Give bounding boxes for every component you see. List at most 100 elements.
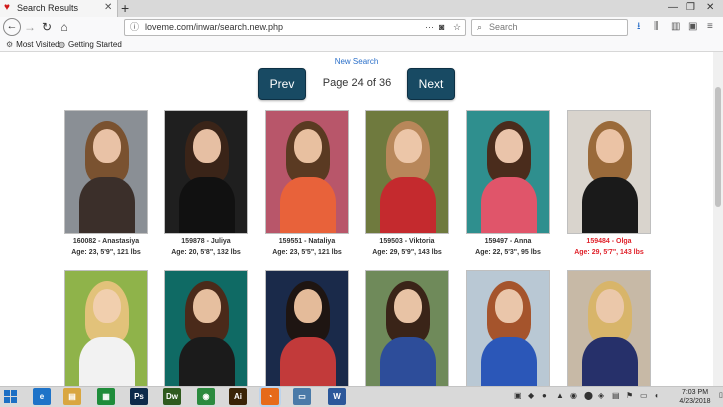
profile-photo[interactable] [265, 270, 349, 386]
forward-button-icon[interactable]: → [23, 19, 37, 35]
photo-body [582, 337, 638, 386]
url-bar[interactable]: ⓘ loveme.com/inwar/search.new.php ··· ◙ … [124, 19, 466, 36]
taskbar-clock[interactable]: 7:03 PM 4/23/2018 [672, 388, 718, 406]
taskbar-app-icon[interactable]: ▦ [97, 388, 115, 405]
photo-face [495, 129, 523, 163]
flag-icon[interactable]: ⚑ [626, 390, 633, 402]
vertical-scrollbar[interactable] [713, 52, 723, 386]
taskbar-app-icon[interactable]: ◉ [197, 388, 215, 405]
photo-body [179, 177, 235, 233]
tray-icon[interactable]: ▲ [556, 390, 564, 402]
profile-name[interactable]: 159497 - Anna [458, 238, 558, 245]
taskbar-app-icon[interactable]: e [33, 388, 51, 405]
profile-photo[interactable] [466, 110, 550, 234]
profile-info: Age: 29, 5'7", 143 lbs [574, 249, 644, 256]
sidebar-icon[interactable]: ▥ [671, 20, 680, 34]
search-icon: ⌕ [477, 22, 483, 32]
profile-photo[interactable] [64, 270, 148, 386]
profile-photo[interactable] [567, 110, 651, 234]
profile-name[interactable]: 159503 - Viktoria [357, 238, 457, 245]
volume-icon[interactable]: ◖ [654, 390, 659, 402]
tray-icon[interactable]: ● [542, 390, 547, 402]
library-icon[interactable]: ⫼ [654, 20, 659, 34]
profile-photo[interactable] [265, 110, 349, 234]
profile-info: Age: 29, 5'9", 143 lbs [372, 249, 442, 256]
home-icon[interactable]: ⌂ [57, 19, 71, 35]
reload-icon[interactable]: ↻ [40, 19, 54, 35]
photo-body [79, 177, 135, 233]
windows-taskbar: e ▤ ▦ Ps Dw ◉ Ai ◔ ▭ W ▣ ◆ ● ▲ ◉ ⬤ ◈ ▤ ⚑ ▭ ◖ 7:03… [0, 386, 723, 407]
profile-info: Age: 22, 5'3", 95 lbs [475, 249, 541, 256]
clock-time: 7:03 PM [681, 389, 709, 396]
reader-icon[interactable]: ▣ [688, 20, 697, 34]
scrollbar-thumb[interactable] [715, 87, 721, 207]
taskbar-app-icon[interactable]: ◔ [261, 388, 279, 405]
next-button[interactable]: Next [407, 68, 455, 100]
bookmark-getting-started[interactable]: ◍ Getting Started [58, 38, 122, 51]
tray-icon[interactable]: ⬤ [584, 390, 593, 402]
close-window-icon[interactable]: ✕ [706, 1, 714, 15]
search-bar[interactable]: ⌕ Search [471, 19, 628, 36]
photo-face [93, 129, 121, 163]
restore-icon[interactable]: ❐ [686, 1, 695, 15]
tray-icon[interactable]: ▣ [514, 390, 522, 402]
globe-icon: ◍ [58, 40, 65, 49]
profile-info: Age: 23, 5'5", 121 lbs [272, 249, 342, 256]
profile-name[interactable]: 159484 - Olga [559, 238, 659, 245]
profile-info: Age: 23, 5'9", 121 lbs [71, 249, 141, 256]
photo-face [193, 289, 221, 323]
menu-icon[interactable]: ≡ [707, 20, 713, 34]
site-info-icon[interactable]: ⓘ [130, 21, 139, 34]
taskbar-app-icon[interactable]: W [328, 388, 346, 405]
tab-close-icon[interactable]: ✕ [104, 2, 112, 14]
profile-photo[interactable] [365, 110, 449, 234]
taskbar-app-icon[interactable]: Ai [229, 388, 247, 405]
tab-title: Search Results [17, 3, 79, 13]
action-center-icon[interactable]: ▯ [719, 390, 723, 402]
network-icon[interactable]: ▤ [612, 390, 620, 402]
photo-body [280, 177, 336, 233]
profile-info: Age: 20, 5'8", 132 lbs [171, 249, 241, 256]
profile-photo[interactable] [567, 270, 651, 386]
heart-favicon-icon: ♥ [4, 2, 10, 13]
windows-start-icon[interactable] [4, 390, 18, 404]
tab-search-results[interactable]: ♥ Search Results ✕ [0, 0, 118, 17]
profile-name[interactable]: 159551 - Nataliya [257, 238, 357, 245]
taskbar-app-icon[interactable]: ▭ [293, 388, 311, 405]
profile-photo[interactable] [64, 110, 148, 234]
url-text[interactable]: loveme.com/inwar/search.new.php [145, 21, 283, 34]
pocket-icon[interactable]: ◙ [439, 21, 444, 34]
profile-name[interactable]: 160082 - Anastasiya [56, 238, 156, 245]
profile-name[interactable]: 159878 - Juliya [156, 238, 256, 245]
photo-body [179, 337, 235, 386]
page-content: New Search Prev Page 24 of 36 Next 16008… [0, 52, 713, 386]
back-button-icon[interactable]: ← [3, 18, 21, 36]
photo-face [394, 129, 422, 163]
tray-icon[interactable]: ◆ [528, 390, 534, 402]
taskbar-app-icon[interactable]: Dw [163, 388, 181, 405]
profile-photo[interactable] [164, 110, 248, 234]
tray-icon[interactable]: ◈ [598, 390, 604, 402]
prev-button[interactable]: Prev [258, 68, 306, 100]
photo-body [481, 177, 537, 233]
minimize-icon[interactable]: — [668, 1, 678, 15]
tray-icon[interactable]: ◉ [570, 390, 577, 402]
profile-photo[interactable] [164, 270, 248, 386]
new-tab-button[interactable]: + [121, 0, 129, 17]
downloads-icon[interactable]: ⭳ [637, 20, 641, 34]
new-search-link[interactable]: New Search [0, 57, 713, 66]
photo-body [280, 337, 336, 386]
profile-photo[interactable] [466, 270, 550, 386]
profile-photo[interactable] [365, 270, 449, 386]
navigation-toolbar: ← → ↻ ⌂ ⓘ loveme.com/inwar/search.new.ph… [0, 17, 723, 38]
photo-body [481, 337, 537, 386]
taskbar-app-icon[interactable]: ▤ [63, 388, 81, 405]
taskbar-app-icon[interactable]: Ps [130, 388, 148, 405]
photo-face [394, 289, 422, 323]
bookmark-star-icon[interactable]: ☆ [453, 21, 461, 34]
clock-date: 4/23/2018 [679, 398, 711, 405]
photo-face [294, 289, 322, 323]
bookmark-most-visited[interactable]: ⚙ Most Visited [6, 38, 60, 51]
page-actions-icon[interactable]: ··· [425, 21, 434, 34]
battery-icon[interactable]: ▭ [640, 390, 648, 402]
